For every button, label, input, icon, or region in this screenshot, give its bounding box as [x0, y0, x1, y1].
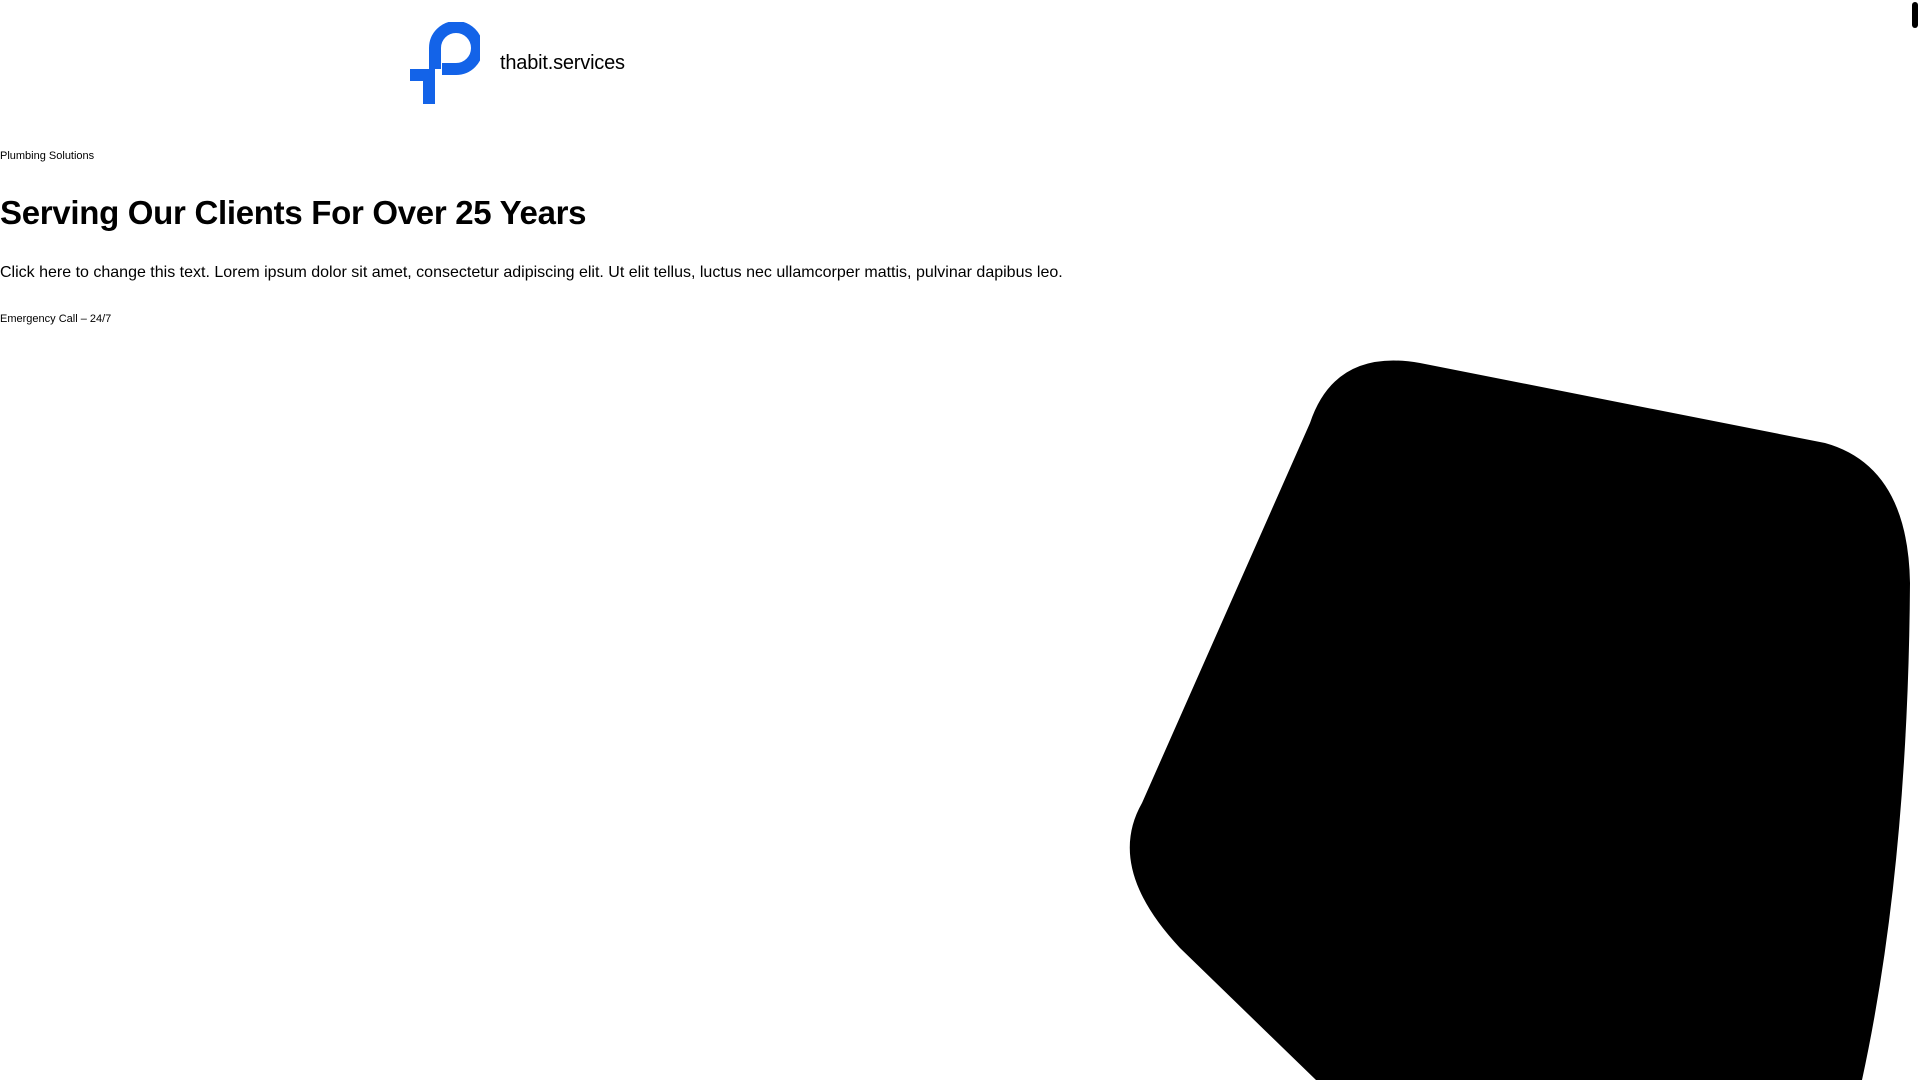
brand-home-link[interactable]: thabit.services [410, 22, 625, 104]
hero-description: Click here to change this text. Lorem ip… [0, 264, 1063, 281]
scrollbar-handle[interactable] [1912, 2, 1918, 28]
hero-eyebrow: Plumbing Solutions [0, 150, 95, 162]
decorative-hero-shape [1129, 360, 1910, 1080]
emergency-call-link[interactable]: Emergency Call – 24/7 [0, 313, 111, 325]
hero-title: Serving Our Clients For Over 25 Years [0, 194, 587, 231]
site-header: thabit.services [0, 0, 1920, 130]
site-name: thabit.services [500, 51, 625, 74]
plumbing-p-logo-icon [410, 22, 480, 104]
